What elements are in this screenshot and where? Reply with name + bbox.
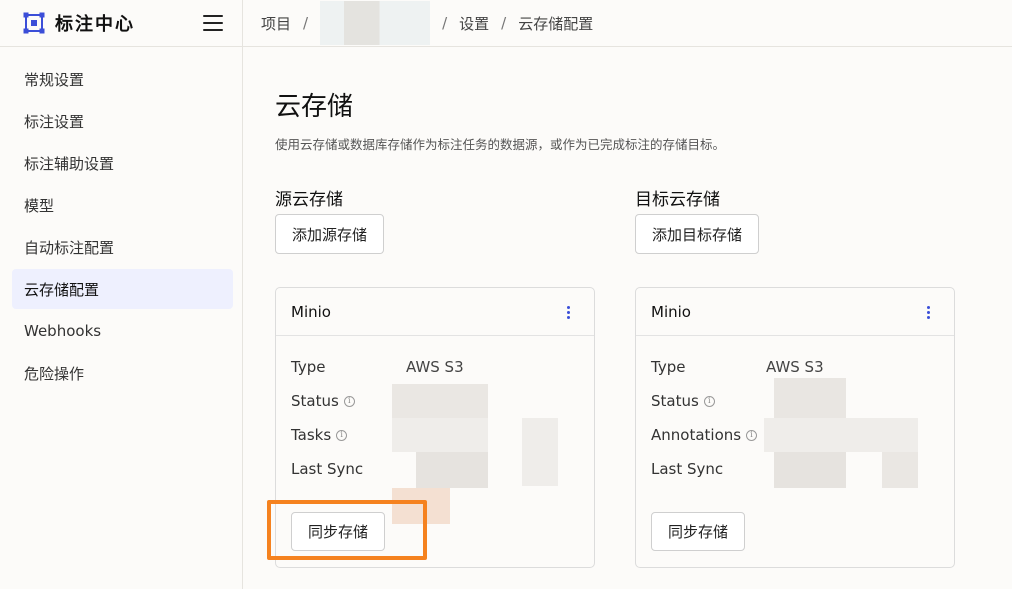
info-icon[interactable]: i xyxy=(343,395,355,407)
sidebar-nav: 常规设置 标注设置 标注辅助设置 模型 自动标注配置 云存储配置 Webhook… xyxy=(0,47,242,393)
brand: 标注中心 xyxy=(0,0,242,47)
redacted-value xyxy=(392,384,488,418)
detail-key-label: Tasks xyxy=(291,426,332,444)
sidebar-item-model[interactable]: 模型 xyxy=(12,185,233,225)
sync-storage-button[interactable]: 同步存储 xyxy=(291,512,386,551)
more-vertical-icon[interactable] xyxy=(916,300,940,324)
breadcrumb-current: 云存储配置 xyxy=(518,14,594,33)
detail-key-label: Status xyxy=(651,392,699,410)
hamburger-menu-icon[interactable] xyxy=(203,15,223,31)
sidebar-item-annotation[interactable]: 标注设置 xyxy=(12,101,233,141)
detail-key-label: Annotations xyxy=(651,426,742,444)
redacted-value xyxy=(774,452,846,488)
redacted-value xyxy=(764,418,918,452)
redacted-value xyxy=(416,452,488,488)
target-storage-card: Minio Type AWS S3 Status i Annotations i L… xyxy=(635,287,955,568)
detail-value: AWS S3 xyxy=(406,358,464,376)
source-storage-card: Minio Type AWS S3 Status i Tasks i Last Sy… xyxy=(275,287,595,568)
breadcrumb-separator: / xyxy=(501,14,507,32)
redacted-value xyxy=(774,378,846,418)
breadcrumb-settings[interactable]: 设置 xyxy=(459,13,489,34)
breadcrumb-separator: / xyxy=(303,14,309,32)
detail-key: Last Sync xyxy=(291,460,364,478)
app-title: 标注中心 xyxy=(55,14,135,35)
detail-row-type: Type AWS S3 xyxy=(291,350,594,384)
sidebar-item-auto-annotation[interactable]: 自动标注配置 xyxy=(12,227,233,267)
breadcrumb-project-redacted[interactable] xyxy=(320,1,431,45)
info-icon[interactable]: i xyxy=(746,429,758,441)
storage-name: Minio xyxy=(651,302,691,321)
page-title: 云存储 xyxy=(275,92,354,122)
more-vertical-icon[interactable] xyxy=(556,300,580,324)
source-storage-title: 源云存储 xyxy=(275,190,343,210)
redacted-value xyxy=(522,418,558,486)
detail-key-label: Status xyxy=(291,392,339,410)
page-description: 使用云存储或数据库存储作为标注任务的数据源，或作为已完成标注的存储目标。 xyxy=(275,137,726,152)
add-source-storage-button[interactable]: 添加源存储 xyxy=(275,214,385,254)
detail-key: Type xyxy=(651,358,686,376)
detail-key: Last Sync xyxy=(651,460,724,478)
breadcrumb-separator: / xyxy=(442,14,448,32)
detail-key: Tasks i xyxy=(291,426,406,444)
logo-icon xyxy=(23,12,45,34)
main-content: 云存储 使用云存储或数据库存储作为标注任务的数据源，或作为已完成标注的存储目标。… xyxy=(243,48,1012,589)
sidebar-item-danger-zone[interactable]: 危险操作 xyxy=(12,353,233,393)
redacted-value xyxy=(392,418,488,452)
detail-key: Status i xyxy=(651,392,766,410)
detail-key: Status i xyxy=(291,392,406,410)
card-header: Minio xyxy=(276,288,594,336)
sync-storage-button[interactable]: 同步存储 xyxy=(651,512,746,551)
card-header: Minio xyxy=(636,288,954,336)
sidebar-item-cloud-storage[interactable]: 云存储配置 xyxy=(12,269,233,309)
storage-name: Minio xyxy=(291,302,331,321)
sidebar-item-webhooks[interactable]: Webhooks xyxy=(12,311,233,351)
detail-key: Annotations i xyxy=(651,426,766,444)
info-icon[interactable]: i xyxy=(336,429,348,441)
detail-value: AWS S3 xyxy=(766,358,824,376)
sidebar: 标注中心 常规设置 标注设置 标注辅助设置 模型 自动标注配置 云存储配置 We… xyxy=(0,0,243,589)
redacted-value xyxy=(882,452,918,488)
breadcrumb: 项目 / / 设置 / 云存储配置 xyxy=(243,0,1012,47)
target-storage-title: 目标云存储 xyxy=(635,190,720,210)
info-icon[interactable]: i xyxy=(703,395,715,407)
sidebar-item-general[interactable]: 常规设置 xyxy=(12,59,233,99)
detail-key: Type xyxy=(291,358,326,376)
breadcrumb-projects[interactable]: 项目 xyxy=(261,13,291,34)
add-target-storage-button[interactable]: 添加目标存储 xyxy=(635,214,760,254)
sidebar-item-annotation-assist[interactable]: 标注辅助设置 xyxy=(12,143,233,183)
redacted-value xyxy=(392,488,450,524)
